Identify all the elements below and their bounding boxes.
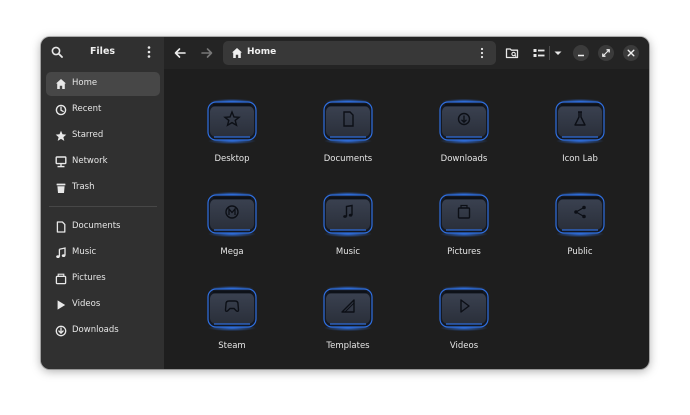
folder-icon xyxy=(207,285,257,331)
main-menu-icon[interactable] xyxy=(142,45,156,59)
sidebar-item-label: Documents xyxy=(72,221,121,231)
sidebar-item-music[interactable]: Music xyxy=(46,241,160,265)
sidebar-places: Home Recent Starred Network Trash Docume… xyxy=(46,72,160,345)
star-icon xyxy=(55,130,67,141)
folder-item-documents[interactable]: Documents xyxy=(298,98,398,186)
folder-icon xyxy=(555,98,605,144)
sidebar-item-label: Downloads xyxy=(72,325,119,335)
sidebar-item-home[interactable]: Home xyxy=(46,72,160,96)
forward-arrow-icon[interactable] xyxy=(200,46,214,60)
folder-icon xyxy=(555,191,605,237)
folder-label: Mega xyxy=(220,247,244,257)
folder-item-icon-lab[interactable]: Icon Lab xyxy=(530,98,630,186)
trash-icon xyxy=(56,183,66,193)
minimize-button[interactable] xyxy=(573,45,589,61)
sidebar-item-network[interactable]: Network xyxy=(46,150,160,174)
maximize-button[interactable] xyxy=(598,45,614,61)
folder-icon xyxy=(323,285,373,331)
close-icon xyxy=(627,49,635,57)
folder-label: Downloads xyxy=(440,154,488,164)
document-icon xyxy=(56,221,66,233)
folder-item-downloads[interactable]: Downloads xyxy=(414,98,514,186)
folder-icon xyxy=(439,191,489,237)
sidebar-item-label: Recent xyxy=(72,104,102,114)
download-icon xyxy=(55,325,67,337)
sidebar: Files Home Recent Starred Network Trash … xyxy=(41,37,164,369)
folder-label: Public xyxy=(567,247,593,257)
folder-icon xyxy=(439,285,489,331)
folder-label: Music xyxy=(335,247,361,257)
folder-label: Icon Lab xyxy=(562,154,598,164)
home-icon xyxy=(232,48,242,58)
folder-label: Templates xyxy=(326,341,370,351)
folder-icon xyxy=(323,191,373,237)
file-manager-window: Files Home Recent Starred Network Trash … xyxy=(41,37,649,369)
folder-label: Pictures xyxy=(447,247,481,257)
folder-grid: Desktop Documents Downloads Icon Lab Mega Mus… xyxy=(164,69,649,369)
network-icon xyxy=(55,156,67,168)
folder-item-mega[interactable]: Mega xyxy=(182,191,282,279)
folder-item-public[interactable]: Public xyxy=(530,191,630,279)
header-bar: Home xyxy=(164,37,649,69)
location-menu-icon[interactable] xyxy=(475,46,489,60)
view-list-icon[interactable] xyxy=(532,46,546,60)
folder-item-templates[interactable]: Templates xyxy=(298,285,398,369)
header-divider xyxy=(549,46,550,60)
folder-item-steam[interactable]: Steam xyxy=(182,285,282,369)
folder-item-desktop[interactable]: Desktop xyxy=(182,98,282,186)
folder-item-videos[interactable]: Videos xyxy=(414,285,514,369)
folder-icon xyxy=(323,98,373,144)
sidebar-item-videos[interactable]: Videos xyxy=(46,293,160,317)
home-icon xyxy=(56,79,66,89)
folder-label: Desktop xyxy=(214,154,250,164)
folder-label: Steam xyxy=(218,341,246,351)
sidebar-item-pictures[interactable]: Pictures xyxy=(46,267,160,291)
sidebar-item-label: Videos xyxy=(72,299,101,309)
music-icon xyxy=(56,247,66,258)
sidebar-item-label: Home xyxy=(72,78,98,88)
close-button[interactable] xyxy=(623,45,639,61)
sidebar-item-downloads[interactable]: Downloads xyxy=(46,319,160,343)
folder-item-music[interactable]: Music xyxy=(298,191,398,279)
location-bar[interactable]: Home xyxy=(223,41,496,65)
sidebar-header: Files xyxy=(41,37,164,69)
back-arrow-icon[interactable] xyxy=(173,46,187,60)
sidebar-item-documents[interactable]: Documents xyxy=(46,215,160,239)
sidebar-separator xyxy=(49,206,157,207)
chevron-down-icon[interactable] xyxy=(551,46,565,60)
sidebar-item-label: Pictures xyxy=(72,273,106,283)
sidebar-item-recent[interactable]: Recent xyxy=(46,98,160,122)
folder-icon xyxy=(207,98,257,144)
pictures-icon xyxy=(55,273,67,285)
folder-item-pictures[interactable]: Pictures xyxy=(414,191,514,279)
sidebar-item-label: Trash xyxy=(72,182,95,192)
minimize-icon xyxy=(578,54,584,57)
sidebar-item-trash[interactable]: Trash xyxy=(46,176,160,200)
folder-label: Videos xyxy=(449,341,479,351)
sidebar-item-label: Network xyxy=(72,156,108,166)
folder-label: Documents xyxy=(323,154,373,164)
sidebar-item-label: Music xyxy=(72,247,97,257)
folder-icon xyxy=(439,98,489,144)
folder-icon xyxy=(207,191,257,237)
restore-icon xyxy=(602,49,610,57)
current-location-label: Home xyxy=(247,47,277,57)
sidebar-item-label: Starred xyxy=(72,130,104,140)
video-icon xyxy=(57,300,66,310)
sidebar-item-starred[interactable]: Starred xyxy=(46,124,160,148)
folder-search-icon[interactable] xyxy=(505,46,519,60)
clock-icon xyxy=(55,104,67,116)
